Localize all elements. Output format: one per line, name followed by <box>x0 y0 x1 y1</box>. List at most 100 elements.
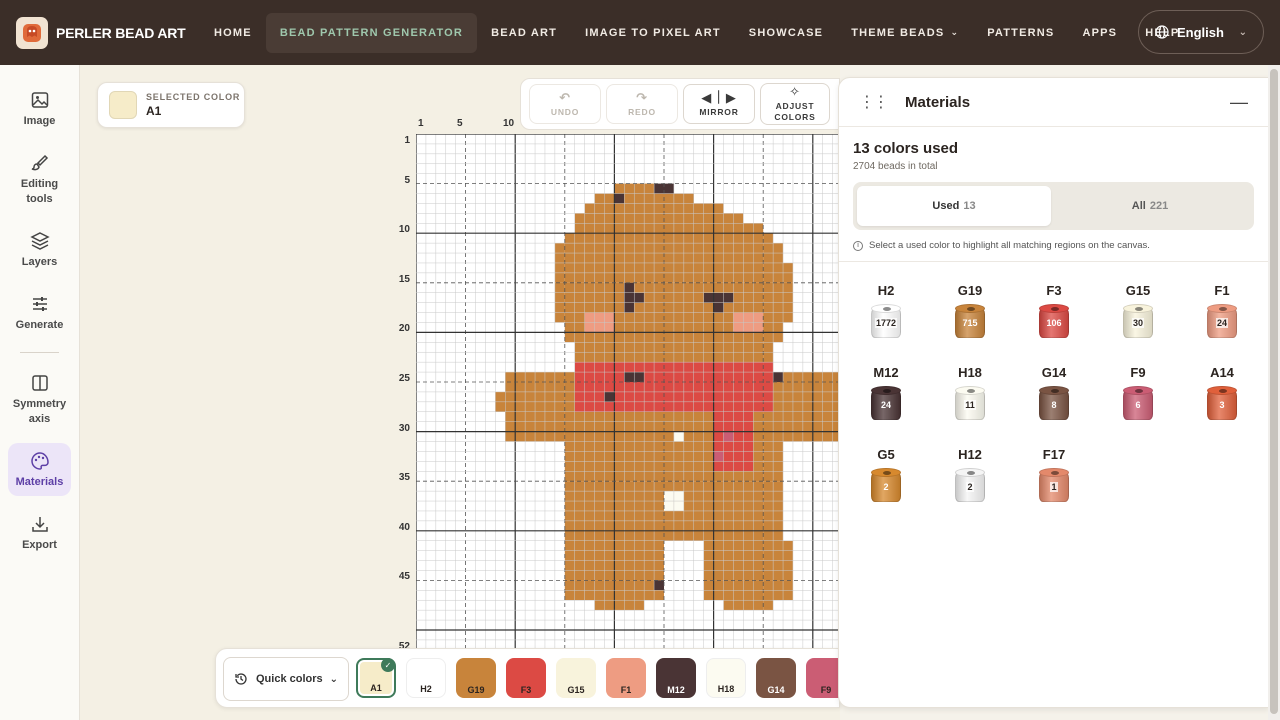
nav-item-apps[interactable]: APPS <box>1068 13 1131 53</box>
material-color-g15[interactable]: G15 30 <box>1096 283 1180 340</box>
main-nav: HOME BEAD PATTERN GENERATOR BEAD ART IMAGE … <box>200 12 1193 53</box>
logo-icon <box>16 16 48 49</box>
image-icon <box>31 92 48 108</box>
ruler-tick-label: 10 <box>503 118 515 129</box>
material-color-g19[interactable]: G19 715 <box>928 283 1012 340</box>
material-color-h12[interactable]: H12 2 <box>928 447 1012 504</box>
selected-color-swatch <box>109 91 137 119</box>
material-color-h18[interactable]: H18 11 <box>928 365 1012 422</box>
quick-color-swatch-f1[interactable]: F1 <box>606 658 646 698</box>
material-color-h2[interactable]: H2 1772 <box>844 283 928 340</box>
page-scrollbar[interactable] <box>1268 65 1280 720</box>
quick-color-swatch-g15[interactable]: G15 <box>556 658 596 698</box>
nav-item-showcase[interactable]: SHOWCASE <box>735 13 837 53</box>
sidebar-item-materials[interactable]: Materials <box>8 443 71 496</box>
quick-color-swatch-f3[interactable]: F3 <box>506 658 546 698</box>
drag-handle-icon[interactable]: ⋮⋮ <box>859 92 889 112</box>
sidebar-item-symmetry-axis[interactable]: Symmetry axis <box>8 365 71 427</box>
material-color-f17[interactable]: F17 1 <box>1012 447 1096 504</box>
selected-color-indicator[interactable]: SELECTED COLOR A1 <box>97 82 245 128</box>
quick-colors-bar: Quick colors ⌄ A1 ✓ H2 G19 F3 G15 F1 M12 H18 G14 F… <box>215 648 840 708</box>
nav-item-label: BEAD PATTERN GENERATOR <box>279 26 464 39</box>
sidebar-item-image[interactable]: Image <box>8 82 71 138</box>
quick-color-swatch-a1[interactable]: A1 ✓ <box>356 658 396 698</box>
ruler-tick-label: 35 <box>398 472 410 484</box>
language-label: English <box>1177 24 1224 40</box>
quick-color-swatch-g14[interactable]: G14 <box>756 658 796 698</box>
material-color-f1[interactable]: F1 24 <box>1180 283 1264 340</box>
material-count: 8 <box>1051 400 1057 410</box>
swatch-code: F3 <box>520 685 532 695</box>
nav-item-bead-art[interactable]: BEAD ART <box>477 13 571 53</box>
bead-grid-canvas[interactable] <box>416 134 840 650</box>
tab-count: 221 <box>1149 200 1169 212</box>
sidebar-item-editing-tools[interactable]: Editing tools <box>8 145 71 207</box>
swatch-code: H18 <box>717 684 735 694</box>
material-color-f9[interactable]: F9 6 <box>1096 365 1180 422</box>
chevron-down-icon: ⌄ <box>1238 26 1247 38</box>
material-color-a14[interactable]: A14 3 <box>1180 365 1264 422</box>
nav-item-bead-pattern-generator[interactable]: BEAD PATTERN GENERATOR <box>265 12 478 53</box>
material-color-f3[interactable]: F3 106 <box>1012 283 1096 340</box>
ruler-tick-label: 30 <box>398 422 410 434</box>
app-logo[interactable]: PERLER BEAD ART <box>16 16 194 49</box>
bead-spool-icon: 24 <box>1207 304 1237 340</box>
material-code: G5 <box>877 447 895 462</box>
material-count: 1772 <box>874 318 898 328</box>
language-selector[interactable]: English ⌄ <box>1138 10 1264 54</box>
sliders-icon <box>32 297 47 311</box>
material-count: 30 <box>1131 318 1144 328</box>
download-icon <box>31 517 48 532</box>
colors-used-count: 13 colors used <box>853 140 959 157</box>
sidebar-item-label: Export <box>22 539 57 551</box>
material-code: H18 <box>958 365 982 380</box>
bead-spool-icon: 11 <box>955 386 985 422</box>
quick-color-swatch-g19[interactable]: G19 <box>456 658 496 698</box>
quick-colors-button[interactable]: Quick colors ⌄ <box>223 657 349 701</box>
quick-color-swatch-h18[interactable]: H18 <box>706 658 746 698</box>
tab-all[interactable]: All 221 <box>1053 186 1247 226</box>
panel-divider <box>839 261 1268 262</box>
sparkle-icon: ✧ <box>789 84 801 99</box>
palette-icon <box>30 452 49 470</box>
app-name: PERLER BEAD ART <box>56 24 186 41</box>
material-code: F9 <box>1130 365 1146 380</box>
swatch-code: F1 <box>620 685 632 695</box>
nav-item-label: PATTERNS <box>987 26 1055 39</box>
bead-grid[interactable] <box>416 134 840 650</box>
bead-spool-icon: 24 <box>871 386 901 422</box>
scrollbar-thumb[interactable] <box>1270 69 1278 714</box>
nav-item-theme-beads[interactable]: THEME BEADS ⌄ <box>837 13 973 53</box>
sidebar-item-label: Layers <box>21 256 58 268</box>
ruler-tick-label: 25 <box>398 373 410 385</box>
tab-used[interactable]: Used 13 <box>857 186 1051 226</box>
nav-item-label: THEME BEADS <box>851 26 945 39</box>
nav-item-home[interactable]: HOME <box>200 13 266 53</box>
nav-item-image-to-pixel-art[interactable]: IMAGE TO PIXEL ART <box>571 13 735 53</box>
swatch-code: G15 <box>567 685 585 695</box>
material-color-g14[interactable]: G14 8 <box>1012 365 1096 422</box>
quick-color-swatch-f9[interactable]: F9 <box>806 658 839 698</box>
nav-item-label: BEAD ART <box>491 26 558 39</box>
bead-spool-icon: 2 <box>955 468 985 504</box>
tab-label: Used <box>932 200 960 212</box>
material-color-g5[interactable]: G5 2 <box>844 447 928 504</box>
bead-spool-icon: 2 <box>871 468 901 504</box>
swatch-code: F9 <box>820 685 832 695</box>
history-icon <box>235 673 247 685</box>
bead-spool-icon: 8 <box>1039 386 1069 422</box>
material-color-m12[interactable]: M12 24 <box>844 365 928 422</box>
nav-item-patterns[interactable]: PATTERNS <box>973 13 1068 53</box>
sidebar-item-layers[interactable]: Layers <box>8 223 71 279</box>
material-count: 11 <box>964 400 976 410</box>
hint-text: Select a used color to highlight all mat… <box>869 240 1150 251</box>
minimize-icon[interactable]: — <box>1230 92 1248 113</box>
quick-color-swatch-m12[interactable]: M12 <box>656 658 696 698</box>
redo-label: REDO <box>628 107 656 117</box>
sidebar-item-generate[interactable]: Generate <box>8 286 71 342</box>
quick-color-swatch-h2[interactable]: H2 <box>406 658 446 698</box>
bead-spool-icon: 6 <box>1123 386 1153 422</box>
nav-item-label: APPS <box>1082 26 1118 39</box>
sidebar-item-export[interactable]: Export <box>8 506 71 562</box>
material-count: 1 <box>1050 482 1058 492</box>
